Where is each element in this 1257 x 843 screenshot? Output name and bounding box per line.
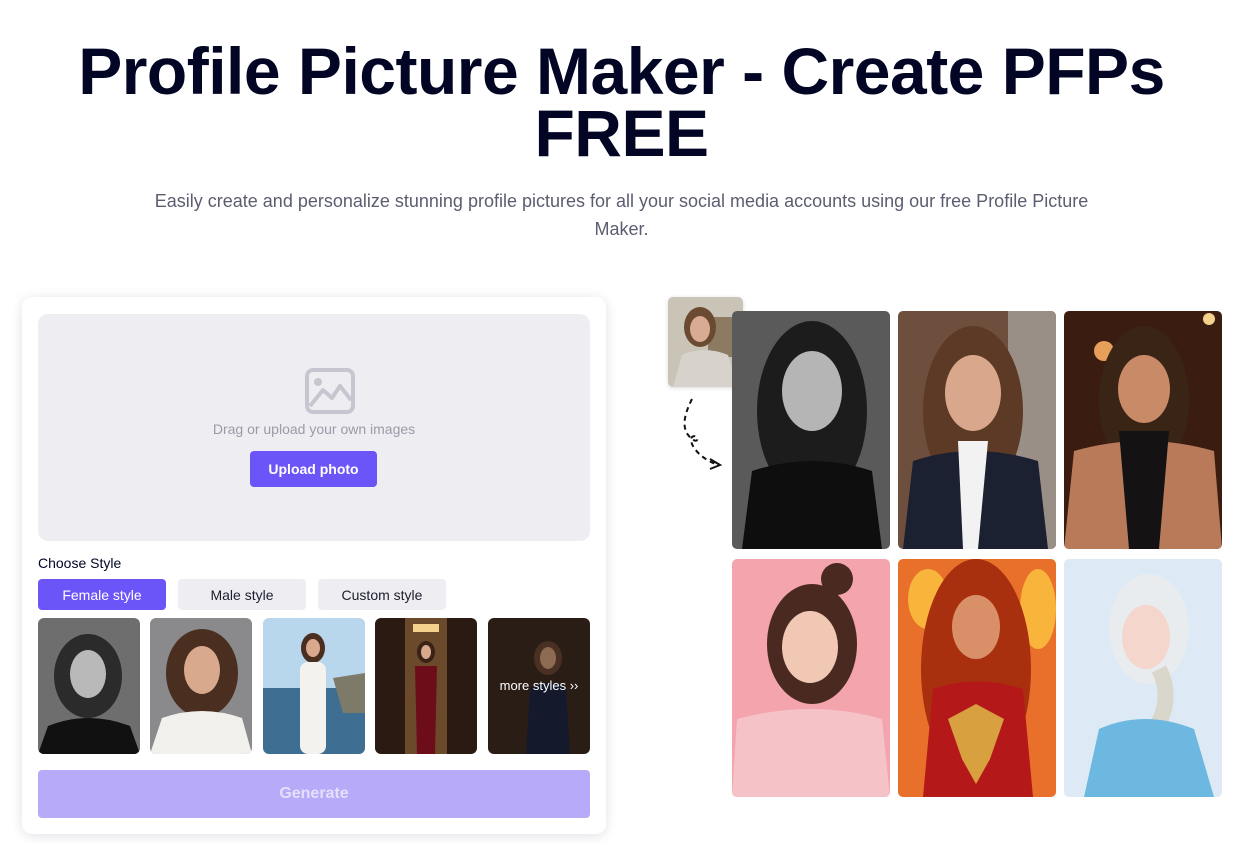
style-thumb-white-blazer[interactable] (150, 618, 252, 754)
image-placeholder-icon (305, 368, 355, 414)
dropzone-hint: Drag or upload your own images (212, 421, 416, 437)
style-thumb-red-gown[interactable] (375, 618, 477, 754)
result-ice-princess-costume (1064, 559, 1222, 797)
tab-female-style[interactable]: Female style (38, 579, 166, 610)
choose-style-label: Choose Style (38, 555, 122, 571)
result-fire-phoenix-costume (898, 559, 1056, 797)
generate-button[interactable]: Generate (38, 770, 590, 818)
result-black-white-turtleneck (732, 311, 890, 549)
tab-male-style[interactable]: Male style (178, 579, 306, 610)
upload-dropzone[interactable]: Drag or upload your own images Upload ph… (38, 314, 590, 541)
page-subtitle: Easily create and personalize stunning p… (154, 191, 1089, 239)
result-pink-gingham-shirt (732, 559, 890, 797)
page-title: Profile Picture Maker - Create PFPs FREE (78, 34, 1165, 170)
more-styles-link[interactable]: more styles ›› (488, 678, 590, 693)
curved-arrow-icon (683, 398, 723, 470)
style-thumb-yacht[interactable] (263, 618, 365, 754)
generator-card: Drag or upload your own images Upload ph… (22, 297, 606, 834)
result-black-halter-dress (1064, 311, 1222, 549)
style-thumb-more-styles[interactable]: more styles ›› (488, 618, 590, 754)
tab-custom-style[interactable]: Custom style (318, 579, 446, 610)
result-business-suit (898, 311, 1056, 549)
upload-photo-button[interactable]: Upload photo (250, 451, 377, 487)
style-thumb-black-and-white[interactable] (38, 618, 140, 754)
